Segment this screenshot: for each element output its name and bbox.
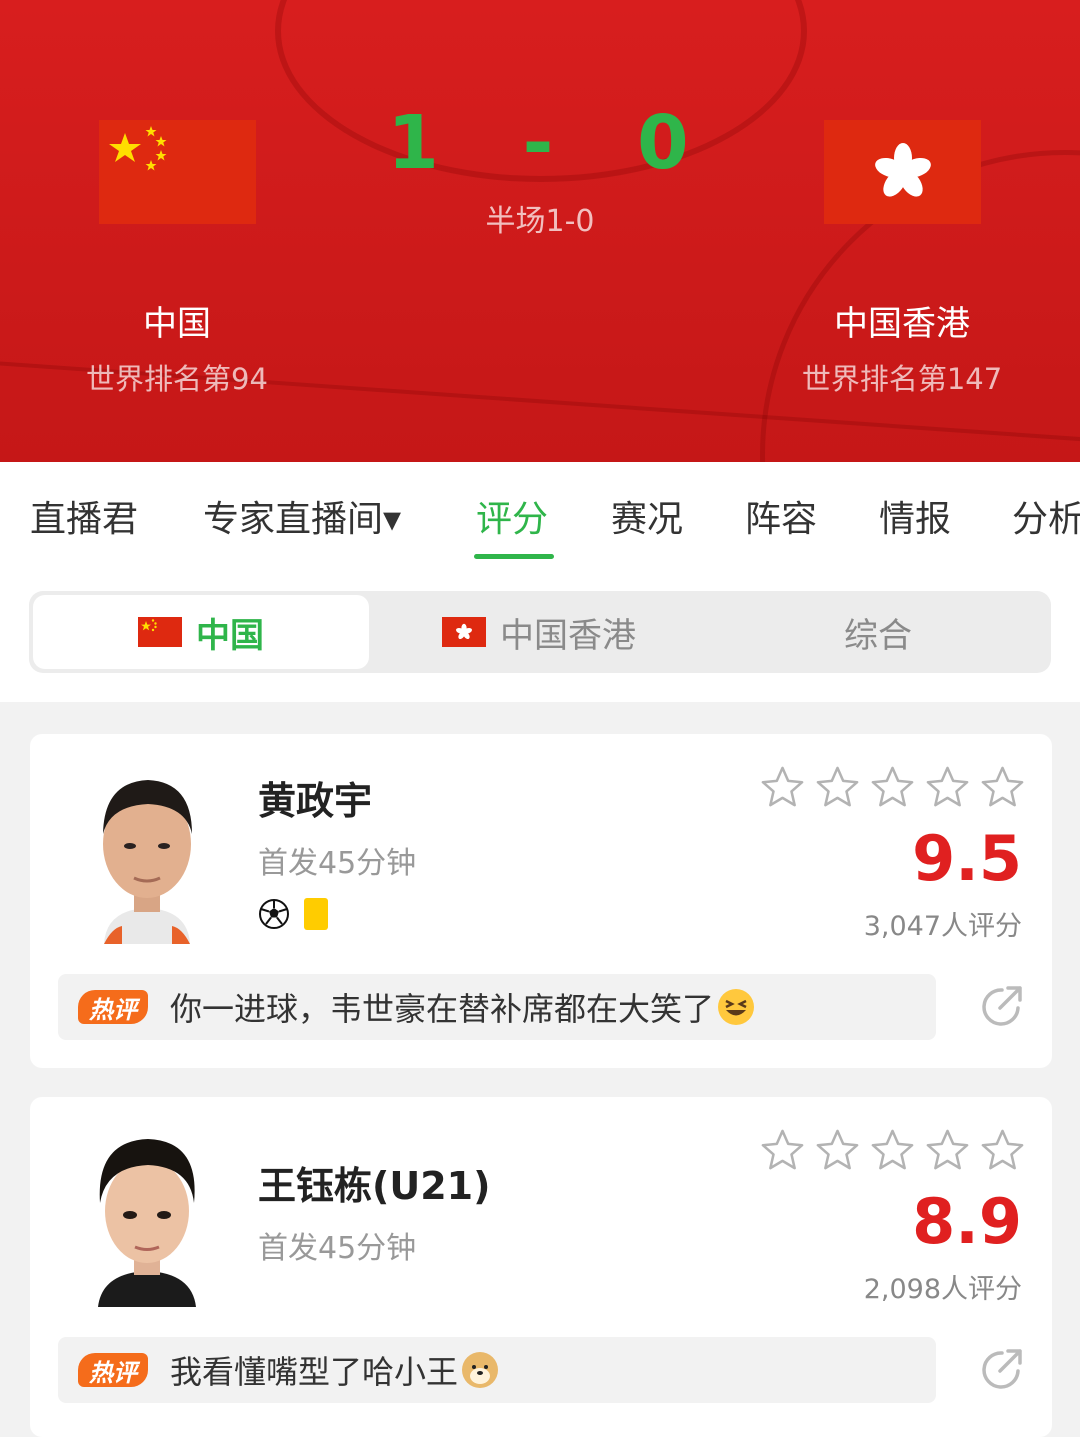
team-segmented-control: 中国 中国香港 综合 [29, 591, 1051, 673]
player-name: 黄政宇 [258, 779, 373, 823]
avatar [82, 1123, 212, 1307]
star-icon[interactable] [924, 1127, 971, 1174]
doge-emoji-icon [462, 1352, 499, 1388]
player-minutes: 首发45分钟 [258, 846, 417, 881]
rating-count: 2,098人评分 [863, 1274, 1022, 1305]
tab-intel[interactable]: 情报 [879, 490, 951, 542]
team-selector-area: 中国 中国香港 综合 [0, 562, 1080, 702]
rating-stars[interactable] [759, 1127, 1026, 1174]
player-rating: 9.5 [912, 822, 1022, 895]
grinning-squint-emoji-icon [718, 989, 755, 1025]
match-header: 1 - 0 半场1-0 中国 世界排名第94 中国香港 世界排名第147 [0, 0, 1080, 462]
segment-combined-label: 综合 [844, 615, 912, 656]
segment-away[interactable]: 中国香港 [369, 595, 709, 669]
star-icon[interactable] [924, 764, 971, 811]
star-icon[interactable] [979, 1127, 1026, 1174]
score-separator: - [522, 100, 558, 186]
rating-stars[interactable] [759, 764, 1026, 811]
segment-home-label: 中国 [196, 615, 264, 656]
star-icon[interactable] [814, 1127, 861, 1174]
avatar [82, 760, 212, 944]
hot-comment-text: 你一进球，韦世豪在替补席都在大笑了 [170, 990, 715, 1028]
home-team-name[interactable]: 中国 [0, 296, 357, 345]
china-flag-icon [138, 617, 182, 647]
score: 1 - 0 [0, 100, 1080, 186]
active-tab-indicator [474, 554, 554, 559]
tab-analysis[interactable]: 分析 [1012, 490, 1080, 542]
home-team-rank: 世界排名第94 [86, 362, 268, 396]
away-team-rank: 世界排名第147 [801, 362, 1003, 396]
yellow-card-icon [304, 898, 328, 930]
segment-home[interactable]: 中国 [33, 595, 369, 669]
player-rating-card[interactable]: 黄政宇 首发45分钟 9.5 3,047人评分 热评 你一进球，韦世豪在替补席都… [30, 734, 1052, 1068]
player-minutes: 首发45分钟 [258, 1231, 417, 1266]
away-score: 0 [637, 100, 693, 186]
star-icon[interactable] [759, 764, 806, 811]
hot-comment[interactable]: 热评 我看懂嘴型了哈小王 [58, 1337, 936, 1403]
tab-lineup[interactable]: 阵容 [745, 490, 817, 542]
tab-bar: 直播君 专家直播间▾ 评分 赛况 阵容 情报 分析 [0, 462, 1080, 562]
player-name: 王钰栋(U21) [258, 1164, 491, 1208]
share-icon[interactable] [978, 982, 1026, 1030]
half-time-score: 半场1-0 [485, 204, 595, 239]
star-icon[interactable] [979, 764, 1026, 811]
tab-match-status[interactable]: 赛况 [611, 490, 683, 542]
tab-ratings[interactable]: 评分 [476, 490, 548, 542]
hot-comment-badge: 热评 [78, 990, 148, 1024]
tab-live-host[interactable]: 直播君 [30, 490, 138, 542]
home-score: 1 [387, 100, 443, 186]
hot-comment[interactable]: 热评 你一进球，韦世豪在替补席都在大笑了 [58, 974, 936, 1040]
away-team-name[interactable]: 中国香港 [722, 296, 1080, 345]
tab-expert-live[interactable]: 专家直播间▾ [203, 490, 401, 542]
segment-combined[interactable]: 综合 [709, 595, 1047, 669]
star-icon[interactable] [869, 764, 916, 811]
star-icon[interactable] [869, 1127, 916, 1174]
match-events [258, 898, 328, 930]
hong-kong-flag-icon [442, 617, 486, 647]
star-icon[interactable] [759, 1127, 806, 1174]
share-icon[interactable] [978, 1345, 1026, 1393]
player-rating-card[interactable]: 王钰栋(U21) 首发45分钟 8.9 2,098人评分 热评 我看懂嘴型了哈小… [30, 1097, 1052, 1437]
hot-comment-badge: 热评 [78, 1353, 148, 1387]
hot-comment-text: 我看懂嘴型了哈小王 [170, 1353, 459, 1391]
star-icon[interactable] [814, 764, 861, 811]
segment-away-label: 中国香港 [500, 615, 636, 656]
goal-icon [259, 899, 289, 929]
player-rating: 8.9 [912, 1185, 1022, 1258]
rating-count: 3,047人评分 [863, 911, 1022, 942]
